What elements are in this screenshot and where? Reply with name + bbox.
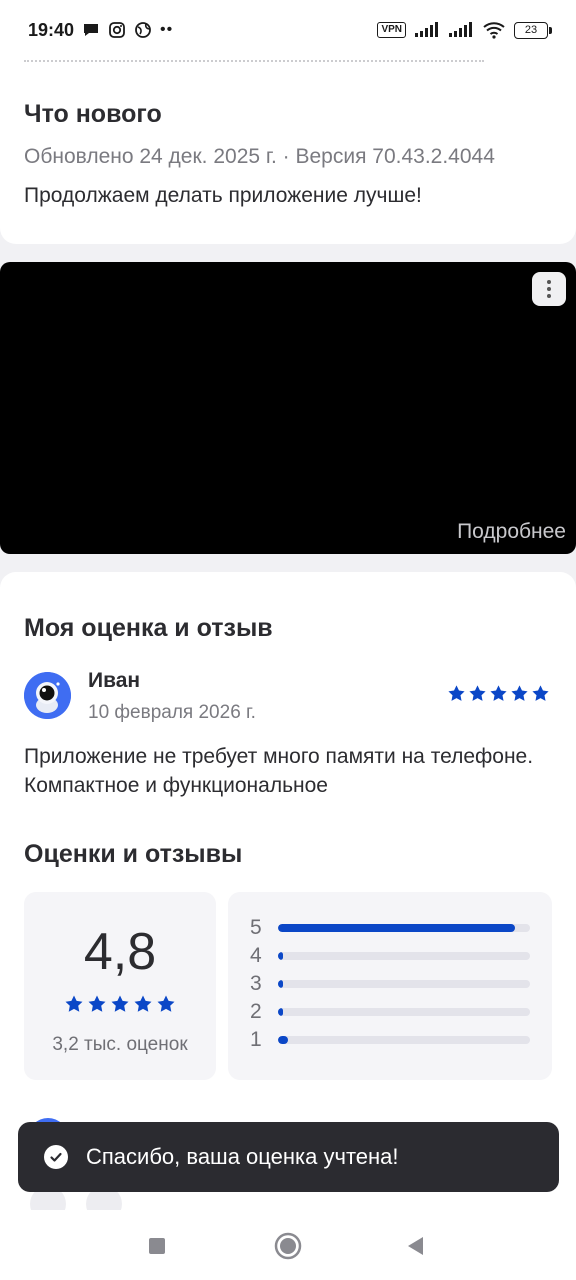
chat-icon [84,24,99,36]
star-icon [65,995,83,1012]
distribution-track [278,1036,530,1044]
signal-icon [449,22,472,37]
whats-new-meta: Обновлено 24 дек. 2025 г. · Версия 70.43… [24,145,495,168]
home-icon [274,1232,302,1260]
status-bar: 19:40 •• VPN 23 [0,0,576,60]
distribution-row: 5 [250,916,530,940]
rating-summary: 4,8 3,2 тыс. оценок [24,892,216,1080]
star-icon [490,685,507,701]
distribution-bar [278,924,515,932]
rating-stars [24,994,216,1014]
instagram-icon [109,22,125,38]
rating-distribution: 5 4 3 2 1 [228,892,552,1080]
distribution-label: 3 [250,972,262,995]
distribution-bar [278,1036,289,1044]
whats-new-description: Продолжаем делать приложение лучше! [24,184,422,207]
recent-apps-button[interactable] [143,1232,171,1260]
whats-new-card: Что нового Обновлено 24 дек. 2025 г. · В… [0,60,576,244]
star-icon [88,995,106,1012]
vpn-globe-icon [135,22,151,38]
review-author: Иван [88,669,141,692]
kebab-menu-icon[interactable] [532,272,566,306]
video-player[interactable]: Подробнее [0,262,576,554]
my-review-title: Моя оценка и отзыв [24,614,273,642]
previous-content-edge [24,56,484,62]
star-icon [134,995,152,1012]
star-icon [469,685,486,701]
back-button[interactable] [402,1232,430,1260]
distribution-row: 1 [250,1028,530,1052]
signal-icon [415,22,438,37]
review-stars[interactable] [447,684,550,703]
avatar[interactable] [24,672,71,719]
rating-count: 3,2 тыс. оценок [52,1034,188,1055]
video-more-link[interactable]: Подробнее [457,520,566,544]
vpn-badge: VPN [377,22,406,38]
status-left: 19:40 •• [28,20,173,41]
review-date: 10 февраля 2026 г. [88,702,256,723]
system-nav-bar [0,1210,576,1280]
toast-message: Спасибо, ваша оценка учтена! [86,1144,399,1169]
review-text: Приложение не требует много памяти на те… [24,745,534,797]
recent-apps-icon [149,1238,165,1254]
astronaut-avatar-icon [24,672,71,719]
home-button[interactable] [274,1232,302,1260]
check-circle-icon [44,1145,68,1169]
distribution-label: 5 [250,916,262,939]
star-icon [111,995,129,1012]
distribution-track [278,952,530,960]
distribution-bar [278,1008,284,1016]
status-right: VPN 23 [377,21,552,39]
back-icon [408,1237,423,1255]
distribution-track [278,980,530,988]
star-icon [448,685,465,701]
star-icon [157,995,175,1012]
status-time: 19:40 [28,19,75,40]
star-icon [511,685,528,701]
rating-average: 4,8 [83,923,157,981]
more-dots-icon: •• [160,21,174,38]
distribution-label: 1 [250,1028,262,1051]
whats-new-title: Что нового [24,100,162,128]
distribution-row: 3 [250,972,530,996]
distribution-row: 4 [250,944,530,968]
toast-notification: Спасибо, ваша оценка учтена! [18,1122,559,1192]
distribution-track [278,1008,530,1016]
distribution-label: 2 [250,1000,262,1023]
battery-icon: 23 [514,21,552,39]
distribution-row: 2 [250,1000,530,1024]
star-icon [532,685,549,701]
distribution-track [278,924,530,932]
distribution-bar [278,952,284,960]
distribution-label: 4 [250,944,262,967]
ratings-title: Оценки и отзывы [24,840,243,868]
distribution-bar [278,980,284,988]
wifi-icon [483,22,505,39]
